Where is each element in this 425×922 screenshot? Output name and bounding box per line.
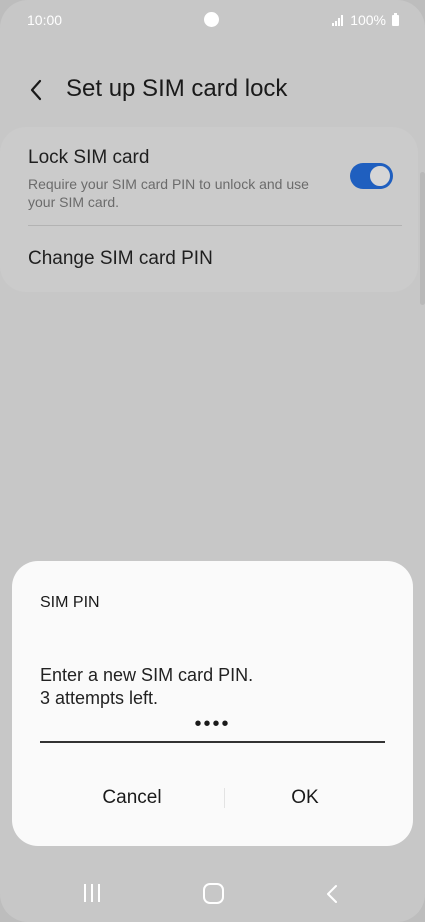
navigation-bar (0, 868, 425, 922)
page-title: Set up SIM card lock (66, 75, 288, 102)
pin-input[interactable] (40, 707, 385, 743)
dialog-message-line1: Enter a new SIM card PIN. (40, 665, 254, 685)
signal-icon (332, 14, 344, 26)
status-indicators: 100% (332, 12, 399, 28)
divider (28, 225, 402, 226)
back-button[interactable] (18, 72, 54, 108)
dialog-actions: Cancel OK (12, 773, 413, 823)
dialog-message: Enter a new SIM card PIN. 3 attempts lef… (40, 664, 253, 710)
cancel-button[interactable]: Cancel (42, 773, 222, 823)
lock-sim-title: Lock SIM card (28, 147, 150, 168)
change-pin-row[interactable]: Change SIM card PIN (28, 248, 213, 270)
battery-percent: 100% (350, 12, 386, 28)
dialog-title: SIM PIN (40, 594, 100, 611)
lock-sim-subtitle: Require your SIM card PIN to unlock and … (28, 176, 309, 210)
status-time: 10:00 (27, 12, 63, 28)
status-bar: 10:00 100% (0, 0, 425, 40)
lock-sim-toggle[interactable] (350, 163, 393, 189)
lock-sim-row[interactable]: Lock SIM card Require your SIM card PIN … (28, 147, 318, 211)
camera-cutout (204, 12, 219, 27)
settings-card: Lock SIM card Require your SIM card PIN … (0, 127, 418, 292)
battery-icon (392, 12, 399, 26)
ok-button[interactable]: OK (215, 773, 395, 823)
sim-pin-dialog: SIM PIN Enter a new SIM card PIN. 3 atte… (12, 561, 413, 846)
home-icon[interactable] (203, 883, 224, 904)
app-header: Set up SIM card lock (0, 66, 425, 116)
toggle-knob (368, 164, 392, 188)
scroll-indicator (420, 172, 425, 305)
back-icon[interactable] (325, 883, 339, 910)
recents-icon[interactable] (84, 884, 100, 902)
chevron-left-icon (30, 79, 42, 101)
phone-screen: 10:00 100% Set up SIM card lock Lock SIM… (0, 0, 425, 922)
